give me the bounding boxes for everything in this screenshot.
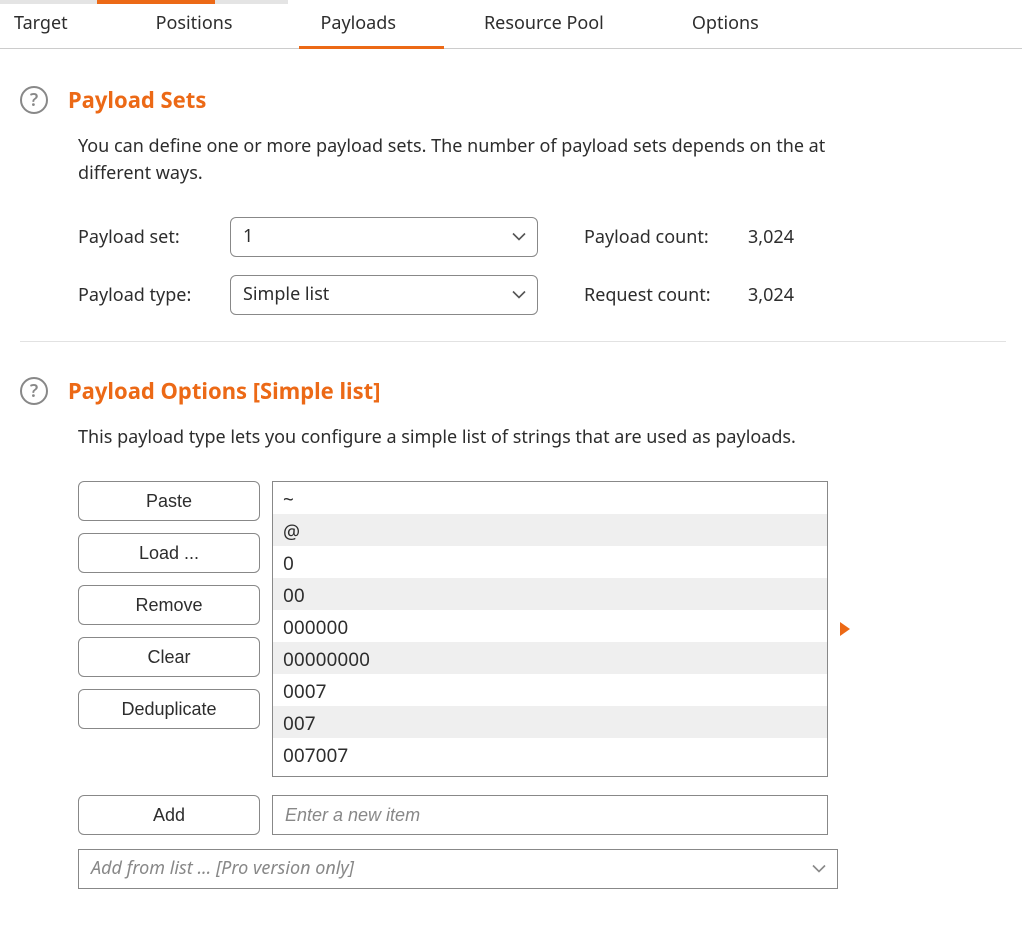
- payload-options-area: Paste Load ... Remove Clear Deduplicate …: [78, 481, 1006, 777]
- clear-button[interactable]: Clear: [78, 637, 260, 677]
- expand-handle-icon[interactable]: [834, 481, 856, 777]
- prev-tab-active-strip: [97, 0, 215, 4]
- tab-resource-pool[interactable]: Resource Pool: [484, 0, 604, 48]
- label-payload-set: Payload set:: [78, 225, 230, 249]
- tabs-bar: Target Positions Payloads Resource Pool …: [0, 0, 1022, 49]
- payload-list[interactable]: ~ @ 0 00 000000 00000000 0007 007 007007: [272, 481, 828, 777]
- add-row: Add: [78, 795, 1006, 835]
- add-from-list-row: Add from list ... [Pro version only]: [78, 849, 1006, 889]
- list-item[interactable]: 007: [273, 706, 827, 738]
- add-item-input[interactable]: [272, 795, 828, 835]
- button-column: Paste Load ... Remove Clear Deduplicate: [78, 481, 260, 777]
- row-payload-set: Payload set: 1 Payload count: 3,024: [78, 217, 1006, 257]
- deduplicate-button[interactable]: Deduplicate: [78, 689, 260, 729]
- remove-button[interactable]: Remove: [78, 585, 260, 625]
- add-from-list-wrap: Add from list ... [Pro version only]: [78, 849, 838, 889]
- section-divider: [20, 341, 1006, 342]
- select-payload-set[interactable]: 1: [230, 217, 538, 257]
- payload-sets-description-line1: You can define one or more payload sets.…: [78, 133, 1006, 160]
- tab-payloads[interactable]: Payloads: [320, 0, 396, 48]
- value-request-count: 3,024: [748, 283, 794, 307]
- section-body: You can define one or more payload sets.…: [78, 133, 1006, 315]
- list-item[interactable]: 00000000: [273, 642, 827, 674]
- list-item[interactable]: 0007: [273, 674, 827, 706]
- payload-options-description: This payload type lets you configure a s…: [78, 424, 1006, 451]
- add-button[interactable]: Add: [78, 795, 260, 835]
- label-payload-count: Payload count:: [584, 225, 748, 249]
- payload-sets-description-line2: different ways.: [78, 160, 1006, 187]
- help-icon[interactable]: ?: [20, 86, 48, 114]
- row-payload-type: Payload type: Simple list Request count:…: [78, 275, 1006, 315]
- list-item[interactable]: 000000: [273, 610, 827, 642]
- list-item[interactable]: ~: [273, 482, 827, 514]
- section-title-payload-sets: Payload Sets: [68, 85, 206, 115]
- main-content: ? Payload Sets You can define one or mor…: [0, 49, 1022, 889]
- section-body: This payload type lets you configure a s…: [78, 424, 1006, 889]
- select-wrap-payload-set: 1: [230, 217, 538, 257]
- paste-button[interactable]: Paste: [78, 481, 260, 521]
- tab-positions[interactable]: Positions: [156, 0, 233, 48]
- list-item[interactable]: 0: [273, 546, 827, 578]
- select-payload-type[interactable]: Simple list: [230, 275, 538, 315]
- tab-target[interactable]: Target: [14, 0, 68, 48]
- section-title-payload-options: Payload Options [Simple list]: [68, 376, 381, 406]
- label-request-count: Request count:: [584, 283, 748, 307]
- value-payload-count: 3,024: [748, 225, 794, 249]
- section-header: ? Payload Options [Simple list]: [20, 376, 1006, 406]
- list-item[interactable]: 007007: [273, 738, 827, 770]
- section-payload-options: ? Payload Options [Simple list] This pay…: [20, 376, 1006, 889]
- list-item: 00: [273, 578, 827, 610]
- add-from-list-select[interactable]: Add from list ... [Pro version only]: [78, 849, 838, 889]
- label-payload-type: Payload type:: [78, 283, 230, 307]
- list-item[interactable]: @: [273, 514, 827, 546]
- tab-options[interactable]: Options: [692, 0, 759, 48]
- load-button[interactable]: Load ...: [78, 533, 260, 573]
- select-wrap-payload-type: Simple list: [230, 275, 538, 315]
- payload-set-form: Payload set: 1 Payload count: 3,024 Payl…: [78, 217, 1006, 315]
- payload-list-column: ~ @ 0 00 000000 00000000 0007 007 007007: [272, 481, 856, 777]
- section-header: ? Payload Sets: [20, 85, 1006, 115]
- section-payload-sets: ? Payload Sets You can define one or mor…: [20, 85, 1006, 315]
- help-icon[interactable]: ?: [20, 377, 48, 405]
